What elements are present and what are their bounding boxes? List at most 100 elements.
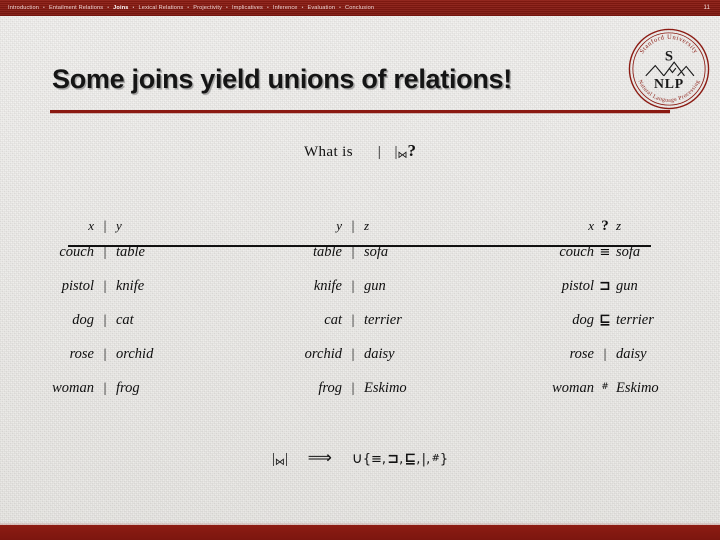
question-left-relation: | — [377, 144, 381, 160]
implies-arrow-icon: ⟹ — [307, 448, 332, 468]
panel1-row4-op: | — [103, 381, 107, 396]
panel3-row2-left: dog — [572, 312, 594, 328]
set-separator: , — [399, 452, 404, 467]
panel2-row3-left: orchid — [304, 346, 342, 362]
panel1-header-left: x — [88, 218, 94, 233]
svg-text:NLP: NLP — [654, 76, 684, 91]
panel2-row4-op: | — [351, 381, 355, 396]
relation-symbol-reverse-entailment: ⊑ — [599, 312, 611, 328]
question-prefix: What is — [303, 144, 353, 160]
panel1-cell-group: pistol | knife — [8, 278, 212, 295]
title-underline-rule — [50, 110, 670, 113]
panel1-row1-left: pistol — [61, 278, 94, 294]
panel3-header-op: ? — [601, 218, 609, 234]
panel1-row1-op: | — [103, 279, 107, 294]
panel1-row4-right: frog — [116, 380, 140, 396]
panel3-cell-group: woman # Eskimo — [502, 380, 712, 397]
bowtie-join-icon: ⋈ — [397, 150, 408, 161]
panel1-row4-left: woman — [52, 380, 94, 396]
bowtie-join-icon: ⋈ — [274, 457, 285, 468]
panel3-cell-group: pistol ⊐ gun — [502, 278, 712, 295]
nav-item-joins[interactable]: Joins — [111, 5, 130, 11]
panel2-row2-op: | — [351, 313, 355, 328]
panel1-row2-left: dog — [72, 312, 94, 328]
panel1-cell-group: dog | cat — [8, 312, 212, 329]
conclusion-formula: |⋈| ⟹ ∪{≡, ⊐, ⊑, |, #} — [0, 448, 720, 468]
panel1-row2-op: | — [103, 313, 107, 328]
table-row: woman | frog frog | Eskimo woman # Eskim… — [0, 380, 720, 414]
panel2-cell-group: knife | gun — [250, 278, 464, 295]
panel1-header-op: | — [103, 219, 107, 234]
panel3-row4-right: Eskimo — [616, 380, 659, 396]
panel2-cell-group: frog | Eskimo — [250, 380, 464, 397]
panel2-row1-left: knife — [313, 278, 342, 294]
set-separator: , — [416, 452, 421, 467]
nav-item-lexical-relations[interactable]: Lexical Relations — [136, 5, 185, 11]
relation-symbol-equivalence: ≡ — [599, 245, 611, 260]
nav-item-list: Introduction • Entailment Relations • Jo… — [6, 5, 703, 11]
panel2-row1-right: gun — [364, 278, 386, 294]
panel3-row2-right: terrier — [616, 312, 654, 328]
panel3-row3-left: rose — [569, 346, 594, 362]
nav-item-introduction[interactable]: Introduction — [6, 5, 41, 11]
set-separator: , — [381, 452, 387, 467]
nav-item-inference[interactable]: Inference — [271, 5, 300, 11]
top-navigation-bar: Introduction • Entailment Relations • Jo… — [0, 0, 720, 16]
panel1-header-right: y — [116, 218, 122, 233]
panel2-row3-right: daisy — [364, 346, 395, 362]
panel3-row1-right: gun — [616, 278, 638, 294]
join-expression: | |⋈? — [368, 141, 416, 161]
panel2-header-left: y — [336, 218, 342, 233]
close-brace: } — [439, 452, 449, 467]
panel2-header: y | z — [250, 218, 464, 235]
panel1-row0-op: | — [103, 245, 107, 260]
union-set-expression: ∪{≡, ⊐, ⊑, |, #} — [351, 449, 449, 467]
panel1-row3-left: rose — [69, 346, 94, 362]
join-tables: x | y y | z x ? z couch | table table | … — [0, 218, 720, 414]
panel3-row3-right: daisy — [616, 346, 647, 362]
panel1-row2-right: cat — [116, 312, 134, 328]
nav-item-evaluation[interactable]: Evaluation — [305, 5, 337, 11]
panel2-row2-right: terrier — [364, 312, 402, 328]
panel3-row1-left: pistol — [561, 278, 594, 294]
nav-item-conclusion[interactable]: Conclusion — [343, 5, 376, 11]
table-header-rule — [68, 245, 651, 247]
table-row: dog | cat cat | terrier dog ⊑ terrier — [0, 312, 720, 346]
set-member-reverse-entailment: ⊑ — [404, 451, 417, 467]
table-row: rose | orchid orchid | daisy rose | dais… — [0, 346, 720, 380]
slide-title: Some joins yield unions of relations! — [52, 64, 512, 94]
panel1-row1-right: knife — [116, 278, 145, 294]
panel2-cell-group: cat | terrier — [250, 312, 464, 329]
panel1-row3-op: | — [103, 347, 107, 362]
panel2-row1-op: | — [351, 279, 355, 294]
panel3-row4-left: woman — [552, 380, 594, 396]
set-member-independence: # — [431, 453, 440, 464]
panel1-cell-group: rose | orchid — [8, 346, 212, 363]
panel1-row3-right: orchid — [116, 346, 154, 362]
panel2-row0-op: | — [351, 245, 355, 260]
set-separator: , — [426, 452, 431, 467]
nav-item-projectivity[interactable]: Projectivity — [191, 5, 224, 11]
panel2-header-right: z — [364, 218, 370, 233]
relation-symbol-independence: # — [601, 382, 609, 392]
relation-symbol-forward-entailment: ⊐ — [599, 278, 611, 294]
set-member-equivalence: ≡ — [370, 452, 382, 467]
nav-item-implicatives[interactable]: Implicatives — [230, 5, 265, 11]
union-symbol-icon: ∪ — [351, 449, 363, 467]
stanford-nlp-seal-icon: Stanford University Natural Language Pro… — [628, 28, 710, 110]
panel2-row3-op: | — [351, 347, 355, 362]
bottom-bar — [0, 525, 720, 540]
set-member-forward-entailment: ⊐ — [387, 451, 400, 467]
panel2-cell-group: orchid | daisy — [250, 346, 464, 363]
table-row: couch | table table | sofa couch ≡ sofa — [0, 244, 720, 278]
panel3-header-right: z — [616, 218, 622, 233]
svg-text:S: S — [665, 48, 673, 64]
panel3-header-left: x — [588, 218, 594, 233]
open-brace: { — [362, 452, 371, 467]
panel3-cell-group: rose | daisy — [502, 346, 712, 363]
relation-symbol-alternation: | — [603, 347, 607, 362]
slide-page-number: 11 — [703, 5, 710, 11]
nav-item-entailment-relations[interactable]: Entailment Relations — [47, 5, 105, 11]
panel1-cell-group: woman | frog — [8, 380, 212, 397]
conclusion-right-relation: | — [284, 451, 288, 467]
